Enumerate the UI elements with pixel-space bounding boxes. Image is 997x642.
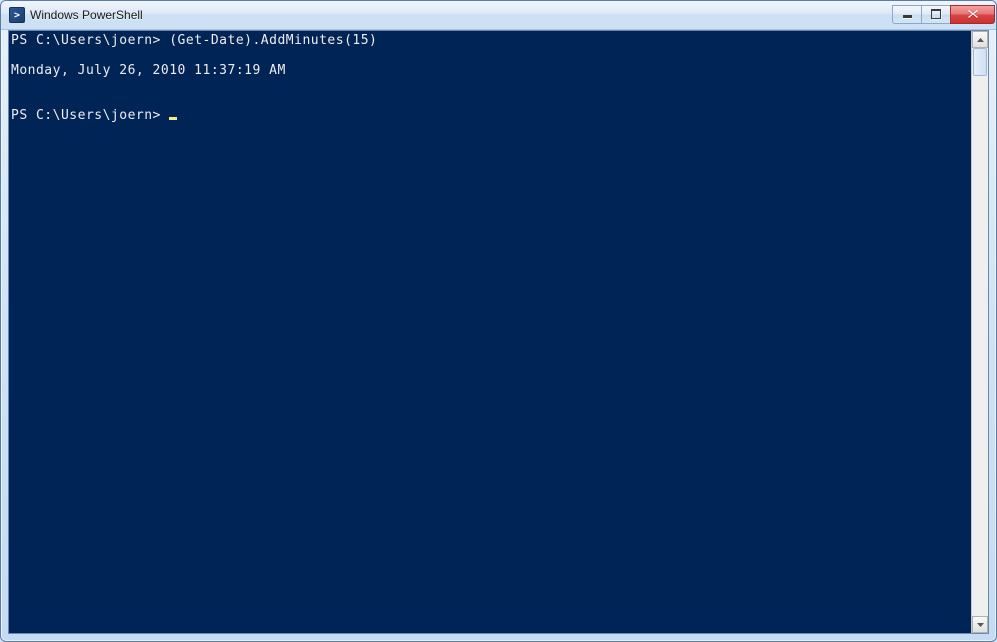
close-icon bbox=[967, 9, 979, 19]
prompt: PS C:\Users\joern> bbox=[11, 33, 161, 48]
blank-line bbox=[11, 93, 971, 108]
cursor bbox=[169, 117, 177, 120]
command-text: (Get-Date).AddMinutes(15) bbox=[169, 33, 377, 48]
scroll-up-button[interactable] bbox=[972, 31, 988, 48]
chevron-down-icon bbox=[977, 623, 984, 627]
chevron-up-icon bbox=[977, 38, 984, 42]
maximize-button[interactable] bbox=[921, 5, 950, 24]
scroll-down-button[interactable] bbox=[972, 616, 988, 633]
blank-line bbox=[11, 48, 971, 63]
window-controls bbox=[892, 5, 995, 24]
console-output[interactable]: PS C:\Users\joern> (Get-Date).AddMinutes… bbox=[9, 31, 971, 633]
powershell-window: Windows PowerShell PS C:\Users\joern> (G… bbox=[0, 0, 997, 642]
output-line: Monday, July 26, 2010 11:37:19 AM bbox=[11, 63, 971, 78]
window-title: Windows PowerShell bbox=[30, 8, 892, 22]
powershell-icon bbox=[9, 7, 25, 23]
close-button[interactable] bbox=[950, 5, 995, 24]
scroll-track[interactable] bbox=[972, 48, 988, 616]
prompt: PS C:\Users\joern> bbox=[11, 108, 161, 123]
titlebar[interactable]: Windows PowerShell bbox=[1, 1, 996, 30]
minimize-button[interactable] bbox=[892, 5, 921, 24]
vertical-scrollbar[interactable] bbox=[971, 31, 988, 633]
client-area: PS C:\Users\joern> (Get-Date).AddMinutes… bbox=[8, 30, 989, 634]
blank-line bbox=[11, 78, 971, 93]
scroll-thumb[interactable] bbox=[973, 48, 987, 76]
